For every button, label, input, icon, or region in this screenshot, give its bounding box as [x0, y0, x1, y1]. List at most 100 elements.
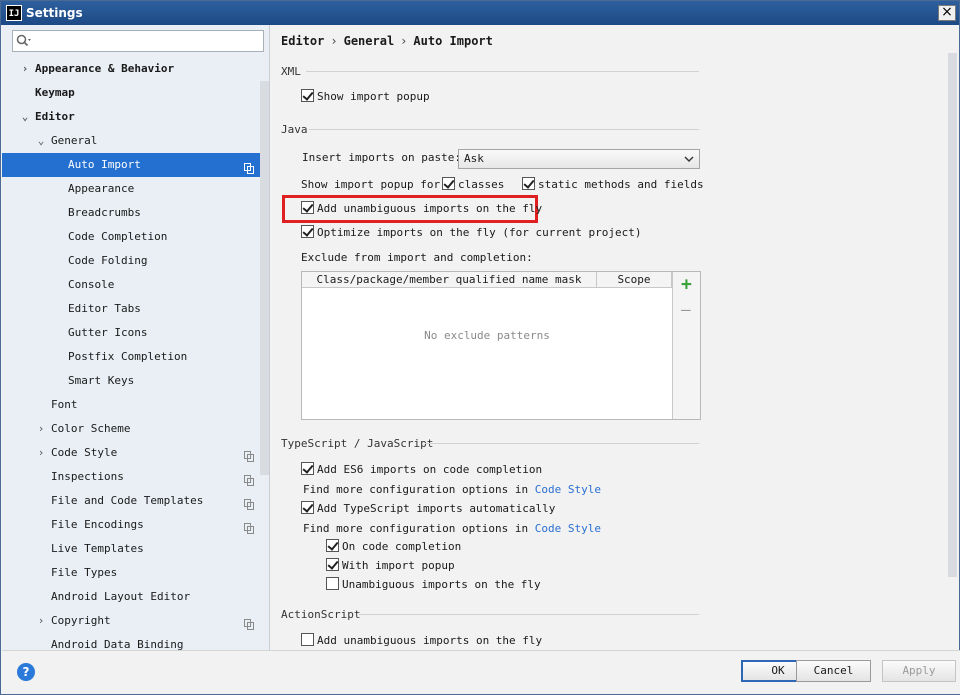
tree-item-android-data-binding[interactable]: Android Data Binding	[2, 633, 260, 650]
checkbox-box[interactable]	[522, 177, 535, 190]
with-import-popup-checkbox[interactable]: With import popup	[326, 558, 455, 576]
breadcrumb-separator: ›	[330, 34, 338, 48]
tree-item-color-scheme[interactable]: › Color Scheme	[2, 417, 260, 441]
code-style-link[interactable]: Code Style	[535, 522, 601, 535]
tree-item-label: General	[51, 134, 98, 147]
tree-item-keymap[interactable]: Keymap	[2, 81, 260, 105]
checkbox-box[interactable]	[301, 201, 314, 214]
es6-imports-checkbox[interactable]: Add ES6 imports on code completion	[301, 462, 542, 480]
tree-item-label: Smart Keys	[68, 374, 135, 387]
checkbox-box[interactable]	[301, 89, 314, 102]
chevron-right-icon[interactable]: ›	[36, 609, 46, 633]
chevron-right-icon[interactable]: ›	[20, 57, 30, 81]
tree-item-console[interactable]: Console	[2, 273, 260, 297]
java-separator	[309, 129, 699, 130]
tree-item-appearance[interactable]: Appearance	[2, 177, 260, 201]
add-icon[interactable]: +	[681, 276, 692, 294]
tree-item-code-style[interactable]: › Code Style	[2, 441, 260, 465]
exclude-patterns-table[interactable]: Class/package/member qualified name mask…	[301, 271, 701, 420]
typescript-section-title: TypeScript / JavaScript	[281, 437, 434, 450]
tree-item-auto-import[interactable]: Auto Import	[2, 153, 260, 177]
chevron-right-icon[interactable]: ›	[36, 417, 46, 441]
checkbox-box[interactable]	[326, 539, 339, 552]
content-scrollbar[interactable]	[948, 53, 957, 577]
tree-item-gutter-icons[interactable]: Gutter Icons	[2, 321, 260, 345]
column-header-mask[interactable]: Class/package/member qualified name mask	[302, 272, 597, 287]
cancel-button[interactable]: Cancel	[796, 660, 871, 682]
tree-item-postfix-completion[interactable]: Postfix Completion	[2, 345, 260, 369]
tree-item-inspections[interactable]: Inspections	[2, 465, 260, 489]
column-header-scope[interactable]: Scope	[597, 272, 672, 287]
checkbox-box[interactable]	[301, 225, 314, 238]
tree-item-label: Postfix Completion	[68, 350, 188, 363]
settings-tree-panel: › Appearance & Behavior Keymap ⌄ Editor ⌄ Gene…	[2, 25, 270, 650]
checkbox-box[interactable]	[326, 558, 339, 571]
chevron-right-icon[interactable]: ›	[36, 441, 46, 465]
add-unambiguous-imports-checkbox[interactable]: Add unambiguous imports on the fly	[301, 201, 542, 219]
tree-item-label: Android Data Binding	[51, 638, 184, 650]
chevron-down-icon[interactable]: ⌄	[36, 129, 46, 153]
breadcrumb: Editor › General › Auto Import	[281, 34, 493, 48]
typescript-separator	[425, 443, 699, 444]
tree-item-general[interactable]: ⌄ General	[2, 129, 260, 153]
tree-item-copyright[interactable]: › Copyright	[2, 609, 260, 633]
checkbox-box[interactable]	[301, 633, 314, 646]
auto-import-panel: Editor › General › Auto Import XML Show impo…	[271, 25, 959, 650]
tree-item-editor-tabs[interactable]: Editor Tabs	[2, 297, 260, 321]
tree-item-label: Code Style	[51, 446, 118, 459]
intellij-app-icon: IJ	[6, 5, 22, 21]
classes-checkbox[interactable]: classes	[442, 177, 504, 195]
tree-item-label: File and Code Templates	[51, 494, 204, 507]
settings-tree: › Appearance & Behavior Keymap ⌄ Editor ⌄ Gene…	[2, 57, 260, 650]
on-code-completion-checkbox[interactable]: On code completion	[326, 539, 461, 557]
remove-icon[interactable]: —	[681, 302, 691, 318]
tree-item-smart-keys[interactable]: Smart Keys	[2, 369, 260, 393]
tree-item-appearance-behavior[interactable]: › Appearance & Behavior	[2, 57, 260, 81]
tree-item-file-encodings[interactable]: File Encodings	[2, 513, 260, 537]
settings-window: IJ Settings × › Appearance & Behavior Keym…	[0, 0, 960, 695]
xml-show-import-popup-checkbox[interactable]: Show import popup	[301, 89, 430, 107]
tree-item-code-completion[interactable]: Code Completion	[2, 225, 260, 249]
checkbox-box[interactable]	[301, 462, 314, 475]
tree-item-code-folding[interactable]: Code Folding	[2, 249, 260, 273]
insert-imports-select[interactable]: Ask	[458, 149, 700, 169]
tree-item-breadcrumbs[interactable]: Breadcrumbs	[2, 201, 260, 225]
tree-item-label: Editor	[35, 110, 75, 123]
optimize-imports-checkbox[interactable]: Optimize imports on the fly (for current…	[301, 225, 642, 243]
checkbox-box[interactable]	[326, 577, 339, 590]
tree-item-label: Inspections	[51, 470, 124, 483]
project-settings-icon	[244, 495, 254, 510]
ts-unambiguous-imports-checkbox[interactable]: Unambiguous imports on the fly	[326, 577, 541, 595]
table-header: Class/package/member qualified name mask…	[302, 272, 700, 288]
breadcrumb-separator: ›	[400, 34, 408, 48]
project-settings-icon	[244, 471, 254, 486]
apply-button[interactable]: Apply	[882, 660, 956, 682]
tree-item-live-templates[interactable]: Live Templates	[2, 537, 260, 561]
close-button[interactable]: ×	[938, 5, 956, 21]
search-input[interactable]	[12, 30, 264, 52]
code-style-link[interactable]: Code Style	[535, 483, 601, 496]
typescript-auto-imports-checkbox[interactable]: Add TypeScript imports automatically	[301, 501, 555, 519]
static-methods-checkbox[interactable]: static methods and fields	[522, 177, 704, 195]
tree-item-label: Auto Import	[68, 158, 141, 171]
actionscript-section-title: ActionScript	[281, 608, 361, 621]
actionscript-unambiguous-checkbox[interactable]: Add unambiguous imports on the fly	[301, 633, 542, 650]
exclude-label: Exclude from import and completion:	[301, 251, 533, 264]
chevron-down-icon[interactable]: ⌄	[20, 105, 30, 129]
tree-item-label: Live Templates	[51, 542, 144, 555]
tree-scrollbar[interactable]	[260, 81, 269, 475]
tree-item-file-and-code-templates[interactable]: File and Code Templates	[2, 489, 260, 513]
help-icon[interactable]: ?	[17, 663, 35, 681]
tree-item-label: Console	[68, 278, 115, 291]
tree-item-font[interactable]: Font	[2, 393, 260, 417]
empty-table-text: No exclude patterns	[424, 329, 550, 342]
tree-item-file-types[interactable]: File Types	[2, 561, 260, 585]
tree-item-editor[interactable]: ⌄ Editor	[2, 105, 260, 129]
tree-item-android-layout-editor[interactable]: Android Layout Editor	[2, 585, 260, 609]
tree-item-label: Font	[51, 398, 78, 411]
checkbox-box[interactable]	[301, 501, 314, 514]
tree-item-label: Code Completion	[68, 230, 168, 243]
java-section-title: Java	[281, 123, 308, 136]
checkbox-box[interactable]	[442, 177, 455, 190]
tree-item-label: File Encodings	[51, 518, 144, 531]
